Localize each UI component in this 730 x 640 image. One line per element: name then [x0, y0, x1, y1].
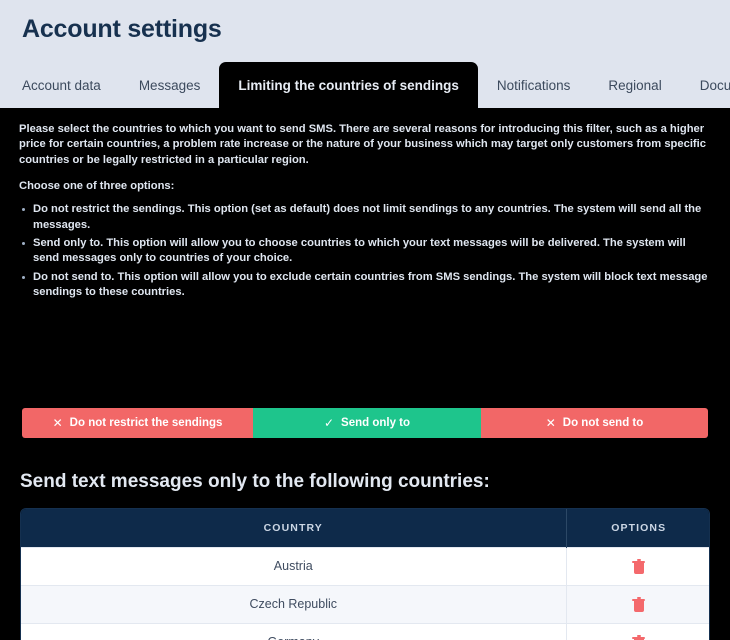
cell-options [566, 584, 709, 623]
trash-icon[interactable] [632, 634, 646, 640]
page-header: Account settings Account data Messages L… [0, 0, 730, 108]
account-settings-page: Account settings Account data Messages L… [0, 0, 730, 640]
cross-icon: ✕ [545, 416, 556, 430]
list-item: Send only to. This option will allow you… [19, 236, 711, 267]
cross-icon: ✕ [52, 416, 63, 430]
mode-do-not-send-to-label: Do not send to [562, 417, 644, 429]
tab-account-data[interactable]: Account data [0, 62, 120, 108]
trash-icon[interactable] [632, 596, 646, 612]
cell-country: Czech Republic [21, 584, 567, 623]
list-item: Do not restrict the sendings. This optio… [19, 202, 711, 233]
tab-messages[interactable]: Messages [120, 62, 220, 108]
cell-options [566, 622, 709, 640]
intro-paragraph: Please select the countries to which you… [19, 123, 706, 166]
table-row: Czech Republic [21, 584, 709, 623]
cell-country: Austria [21, 546, 567, 585]
table-header-row: COUNTRY OPTIONS [21, 509, 709, 547]
options-explanation-list: Do not restrict the sendings. This optio… [19, 192, 711, 300]
cell-options [566, 546, 709, 585]
tab-regional[interactable]: Regional [589, 62, 680, 108]
choose-option-label: Choose one of three options: [19, 180, 175, 193]
mode-send-only-to-label: Send only to [341, 417, 411, 429]
section-heading: Send text messages only to the following… [20, 471, 490, 492]
mode-do-not-send-to-button[interactable]: ✕ Do not send to [481, 408, 708, 438]
column-header-country: COUNTRY [21, 509, 567, 547]
mode-do-not-restrict-button[interactable]: ✕ Do not restrict the sendings [22, 408, 253, 438]
tab-documents[interactable]: Documents [681, 62, 730, 108]
column-header-options: OPTIONS [566, 509, 709, 547]
sending-mode-selector: ✕ Do not restrict the sendings ✓ Send on… [22, 408, 708, 438]
content-panel: Please select the countries to which you… [0, 108, 730, 640]
table-row: Germany [21, 622, 709, 640]
mode-do-not-restrict-label: Do not restrict the sendings [69, 417, 223, 429]
tab-notifications[interactable]: Notifications [478, 62, 590, 108]
mode-send-only-to-button[interactable]: ✓ Send only to [253, 408, 481, 438]
countries-table: COUNTRY OPTIONS Austria Czech Republic [20, 508, 710, 640]
trash-icon[interactable] [632, 558, 646, 574]
tab-limiting-countries-of-sendings[interactable]: Limiting the countries of sendings [219, 62, 478, 108]
table-row: Austria [21, 546, 709, 585]
tab-bar: Account data Messages Limiting the count… [0, 62, 730, 108]
check-icon: ✓ [323, 416, 335, 430]
page-title: Account settings [22, 15, 222, 43]
list-item: Do not send to. This option will allow y… [19, 270, 711, 301]
cell-country: Germany [21, 622, 567, 640]
